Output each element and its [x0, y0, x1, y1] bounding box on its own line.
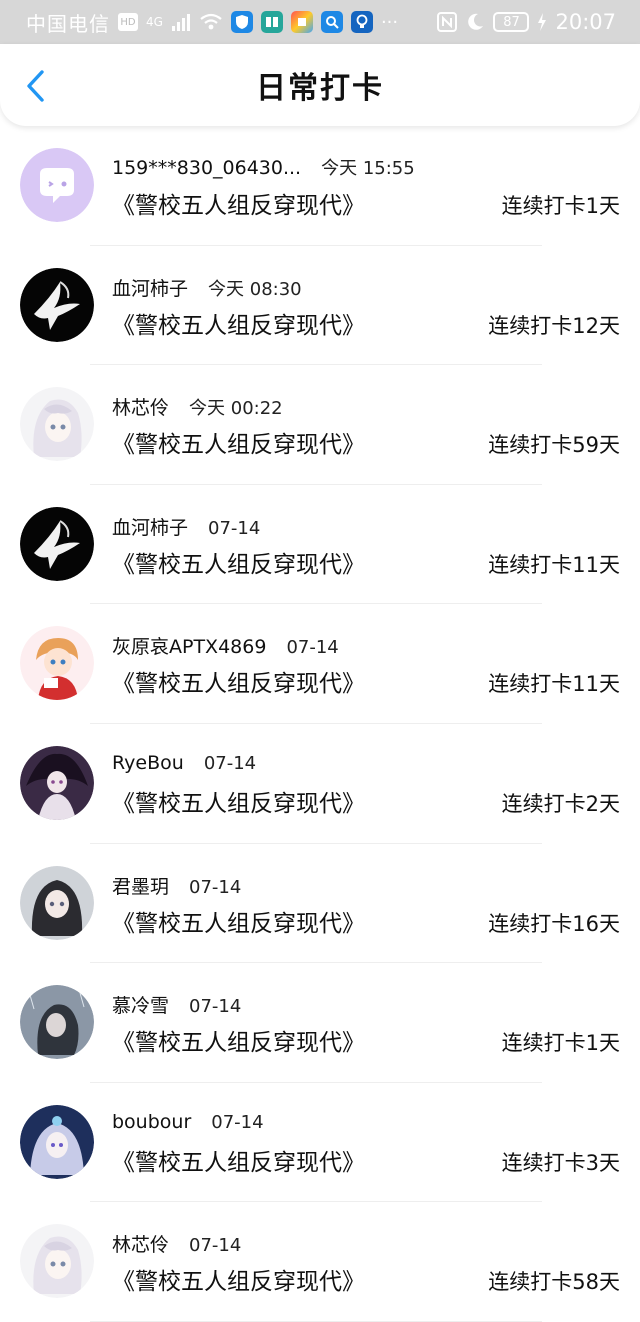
battery-level: 87 [493, 12, 530, 32]
chevron-left-icon [27, 70, 44, 102]
book-title: 《警校五人组反穿现代》 [112, 432, 365, 459]
search-app-icon [320, 11, 343, 33]
list-item[interactable]: 159***830_06430... 今天 15:55 《警校五人组反穿现代》 连续打… [0, 126, 640, 246]
moon-icon [468, 13, 484, 30]
item-meta: 君墨玥 07-14 [112, 872, 241, 899]
item-meta: 血河柿子 今天 08:30 [112, 274, 302, 301]
hd-icon: HD [118, 13, 138, 31]
item-meta: 159***830_06430... 今天 15:55 [112, 154, 415, 180]
avatar[interactable] [20, 865, 94, 940]
checkin-time: 今天 15:55 [321, 158, 415, 179]
book-title: 《警校五人组反穿现代》 [112, 193, 365, 219]
streak-count: 连续打卡1天 [501, 1031, 620, 1056]
page-header: 日常打卡 [0, 44, 640, 126]
avatar[interactable] [20, 387, 94, 462]
checkin-time: 07-14 [286, 637, 339, 659]
avatar[interactable] [20, 1104, 94, 1179]
back-button[interactable] [20, 68, 50, 104]
checkin-time: 07-14 [189, 876, 242, 898]
book-title: 《警校五人组反穿现代》 [112, 1269, 365, 1296]
streak-count: 连续打卡58天 [488, 1270, 620, 1295]
signal-icon [171, 14, 190, 31]
book-title: 《警校五人组反穿现代》 [112, 551, 365, 578]
item-meta: RyeBou 07-14 [112, 752, 256, 774]
book-title: 《警校五人组反穿现代》 [112, 671, 365, 698]
avatar[interactable] [20, 1224, 94, 1299]
item-meta: 林芯伶 07-14 [112, 1230, 241, 1257]
streak-count: 连续打卡11天 [488, 672, 620, 697]
carrier-label: 中国电信 [26, 11, 110, 36]
checkin-time: 07-14 [208, 517, 261, 539]
app-store-icon [290, 11, 313, 33]
user-name[interactable]: 君墨玥 [112, 872, 169, 899]
book-title: 《警校五人组反穿现代》 [112, 790, 365, 817]
avatar[interactable] [20, 148, 94, 222]
checkin-list: 159***830_06430... 今天 15:55 《警校五人组反穿现代》 连续打… [0, 126, 640, 1322]
streak-count: 连续打卡3天 [501, 1150, 620, 1175]
user-name[interactable]: RyeBou [112, 752, 184, 774]
status-left: 中国电信 HD 4G ··· [26, 8, 398, 37]
user-name[interactable]: 血河柿子 [112, 513, 188, 540]
item-meta: 灰原哀APTX4869 07-14 [112, 632, 339, 659]
wifi-icon [200, 13, 222, 30]
clock: 20:07 [555, 10, 616, 34]
user-name[interactable]: 林芯伶 [112, 1230, 169, 1257]
avatar[interactable] [20, 626, 94, 701]
streak-count: 连续打卡59天 [488, 433, 620, 458]
avatar[interactable] [20, 745, 94, 820]
item-meta: 血河柿子 07-14 [112, 513, 260, 540]
list-item[interactable]: 林芯伶 07-14 《警校五人组反穿现代》 连续打卡58天 [0, 1202, 640, 1322]
book-title: 《警校五人组反穿现代》 [112, 1030, 365, 1057]
avatar[interactable] [20, 506, 94, 581]
book-title: 《警校五人组反穿现代》 [112, 910, 365, 937]
avatar[interactable] [20, 985, 94, 1060]
item-meta: 林芯伶 今天 00:22 [112, 393, 283, 420]
nfc-icon [437, 12, 458, 32]
list-item[interactable]: 林芯伶 今天 00:22 《警校五人组反穿现代》 连续打卡59天 [0, 365, 640, 485]
list-item[interactable]: 君墨玥 07-14 《警校五人组反穿现代》 连续打卡16天 [0, 844, 640, 964]
item-meta: 慕冷雪 07-14 [112, 991, 241, 1018]
more-dots-icon: ··· [380, 11, 399, 33]
list-item[interactable]: boubour 07-14 《警校五人组反穿现代》 连续打卡3天 [0, 1083, 640, 1203]
list-item[interactable]: RyeBou 07-14 《警校五人组反穿现代》 连续打卡2天 [0, 724, 640, 844]
list-item[interactable]: 血河柿子 07-14 《警校五人组反穿现代》 连续打卡11天 [0, 485, 640, 605]
user-name[interactable]: 林芯伶 [112, 393, 169, 420]
checkin-time: 07-14 [189, 996, 242, 1018]
checkin-time: 07-14 [189, 1235, 242, 1257]
streak-count: 连续打卡11天 [488, 552, 620, 577]
page-title: 日常打卡 [256, 71, 384, 106]
checkin-time: 今天 00:22 [189, 398, 283, 420]
status-bar: 中国电信 HD 4G ··· 87 20:07 [0, 0, 640, 44]
streak-count: 连续打卡1天 [501, 194, 620, 218]
shield-icon [230, 11, 253, 33]
list-item[interactable]: 血河柿子 今天 08:30 《警校五人组反穿现代》 连续打卡12天 [0, 246, 640, 366]
lightbulb-icon [350, 11, 373, 33]
charging-icon [538, 13, 547, 31]
streak-count: 连续打卡12天 [488, 313, 620, 338]
streak-count: 连续打卡16天 [488, 911, 620, 936]
checkin-time: 07-14 [203, 752, 257, 774]
list-item[interactable]: 慕冷雪 07-14 《警校五人组反穿现代》 连续打卡1天 [0, 963, 640, 1083]
network-type-label: 4G [146, 15, 163, 29]
user-name[interactable]: 血河柿子 [112, 274, 188, 301]
streak-count: 连续打卡2天 [501, 791, 620, 816]
user-name[interactable]: boubour [112, 1111, 191, 1133]
book-title: 《警校五人组反穿现代》 [112, 312, 365, 339]
list-item[interactable]: 灰原哀APTX4869 07-14 《警校五人组反穿现代》 连续打卡11天 [0, 604, 640, 724]
avatar[interactable] [20, 267, 94, 342]
checkin-time: 07-14 [211, 1111, 264, 1133]
user-name[interactable]: 159***830_06430... [112, 157, 301, 179]
item-meta: boubour 07-14 [112, 1111, 264, 1133]
status-right: 87 20:07 [437, 10, 616, 34]
book-app-icon [260, 11, 283, 33]
book-title: 《警校五人组反穿现代》 [112, 1149, 365, 1176]
checkin-time: 今天 08:30 [208, 278, 302, 300]
user-name[interactable]: 灰原哀APTX4869 [112, 632, 266, 659]
user-name[interactable]: 慕冷雪 [112, 991, 169, 1018]
